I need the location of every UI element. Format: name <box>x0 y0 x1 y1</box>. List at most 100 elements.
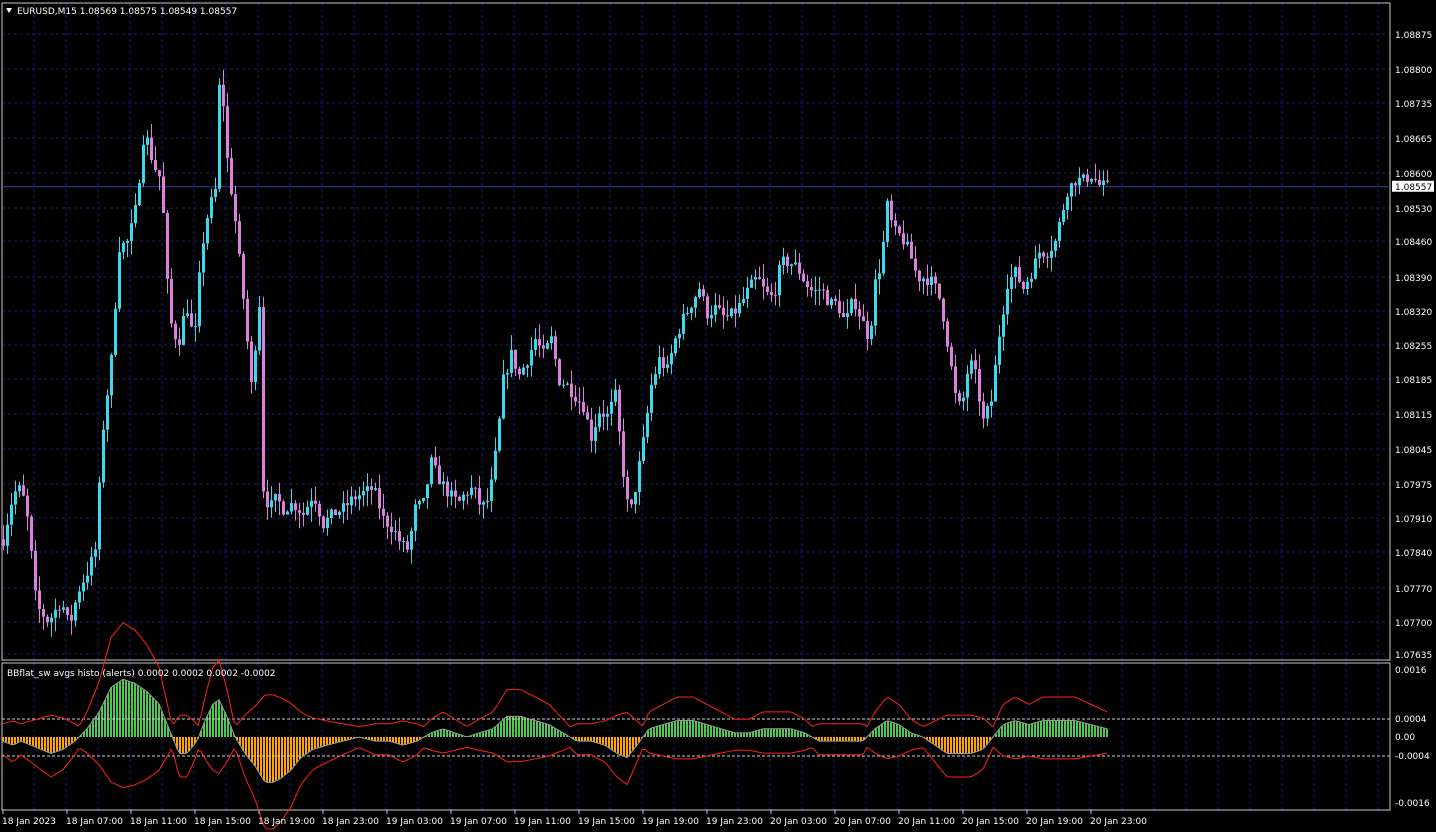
bear-candle <box>346 503 349 506</box>
bear-candle <box>914 258 917 271</box>
bull-candle <box>254 350 257 383</box>
bull-candle <box>502 374 505 419</box>
bull-candle <box>646 412 649 438</box>
bull-candle <box>1030 278 1033 282</box>
bull-candle <box>1050 250 1053 258</box>
bull-candle <box>362 491 365 496</box>
indicator-axis-label: -0.0004 <box>1395 752 1430 762</box>
bear-candle <box>390 526 393 533</box>
bull-candle <box>850 298 853 314</box>
bear-candle <box>26 495 29 517</box>
price-axis-label: 1.08800 <box>1395 66 1432 76</box>
bear-candle <box>810 286 813 291</box>
bear-candle <box>46 616 49 623</box>
bull-candle <box>10 504 13 525</box>
bull-candle <box>750 279 753 288</box>
bull-candle <box>754 277 757 280</box>
bull-candle <box>1002 314 1005 337</box>
bear-candle <box>626 476 629 500</box>
bear-candle <box>454 490 457 497</box>
bear-candle <box>542 345 545 349</box>
bull-candle <box>206 218 209 244</box>
bear-candle <box>578 401 581 403</box>
bull-candle <box>678 333 681 339</box>
bull-candle <box>462 494 465 501</box>
bull-candle <box>694 297 697 308</box>
price-axis-label: 1.07840 <box>1395 549 1432 559</box>
bull-candle <box>194 326 197 328</box>
bear-candle <box>622 431 625 477</box>
bear-candle <box>602 413 605 417</box>
bear-candle <box>162 176 165 213</box>
time-axis-label: 19 Jan 07:00 <box>450 817 507 827</box>
bull-candle <box>970 360 973 374</box>
bull-candle <box>54 609 57 618</box>
bull-candle <box>794 262 797 265</box>
price-axis-label: 1.08045 <box>1395 446 1432 456</box>
bear-candle <box>190 313 193 327</box>
bull-candle <box>562 384 565 386</box>
bear-candle <box>586 412 589 420</box>
bull-candle <box>270 500 273 508</box>
bull-candle <box>274 493 277 501</box>
bull-candle <box>1034 258 1037 279</box>
bull-candle <box>1090 178 1093 182</box>
bull-candle <box>442 481 445 485</box>
bull-candle <box>846 313 849 318</box>
time-axis-label: 20 Jan 23:00 <box>1090 817 1147 827</box>
bull-candle <box>1010 276 1013 290</box>
bull-candle <box>78 591 81 603</box>
bear-candle <box>894 220 897 227</box>
bull-candle <box>714 305 717 315</box>
time-axis-label: 19 Jan 15:00 <box>578 817 635 827</box>
bull-candle <box>638 460 641 492</box>
indicator-header: BBflat_sw avgs histo (alerts) 0.0002 0.0… <box>7 669 276 679</box>
bear-candle <box>282 501 285 515</box>
bull-candle <box>14 491 17 505</box>
bull-candle <box>306 506 309 515</box>
bull-candle <box>1014 267 1017 277</box>
bear-candle <box>558 359 561 386</box>
bear-candle <box>798 262 801 274</box>
bull-candle <box>18 485 21 492</box>
bear-candle <box>662 357 665 369</box>
bull-candle <box>1066 196 1069 210</box>
time-axis-label: 19 Jan 23:00 <box>706 817 763 827</box>
bull-candle <box>134 205 137 224</box>
bull-candle <box>450 490 453 497</box>
bear-candle <box>902 233 905 245</box>
bull-candle <box>86 575 89 583</box>
bear-candle <box>1022 281 1025 289</box>
price-axis-label: 1.07910 <box>1395 515 1432 525</box>
bull-candle <box>258 307 261 351</box>
metatrader-chart-window[interactable]: EURUSD,M15 1.08569 1.08575 1.08549 1.085… <box>0 0 1436 832</box>
bull-candle <box>74 602 77 621</box>
price-axis-label: 1.07700 <box>1395 619 1432 629</box>
bear-candle <box>222 84 225 107</box>
bull-candle <box>878 273 881 280</box>
bear-candle <box>318 503 321 517</box>
bull-candle <box>210 197 213 219</box>
bull-candle <box>666 364 669 369</box>
bull-candle <box>202 243 205 273</box>
bear-candle <box>706 296 709 319</box>
bull-candle <box>426 484 429 499</box>
bull-candle <box>290 503 293 512</box>
time-axis-label: 18 Jan 15:00 <box>194 817 251 827</box>
bear-candle <box>334 509 337 516</box>
bull-candle <box>342 503 345 512</box>
bull-candle <box>102 429 105 483</box>
bear-candle <box>154 160 157 171</box>
bear-candle <box>1074 183 1077 186</box>
bear-candle <box>22 485 25 496</box>
bear-candle <box>1098 179 1101 186</box>
bull-candle <box>686 312 689 314</box>
bull-candle <box>738 302 741 314</box>
bull-candle <box>82 582 85 592</box>
bull-candle <box>690 307 693 313</box>
bull-candle <box>598 413 601 428</box>
bear-candle <box>2 539 5 546</box>
bear-candle <box>702 289 705 297</box>
bear-candle <box>898 226 901 234</box>
bear-candle <box>466 494 469 496</box>
